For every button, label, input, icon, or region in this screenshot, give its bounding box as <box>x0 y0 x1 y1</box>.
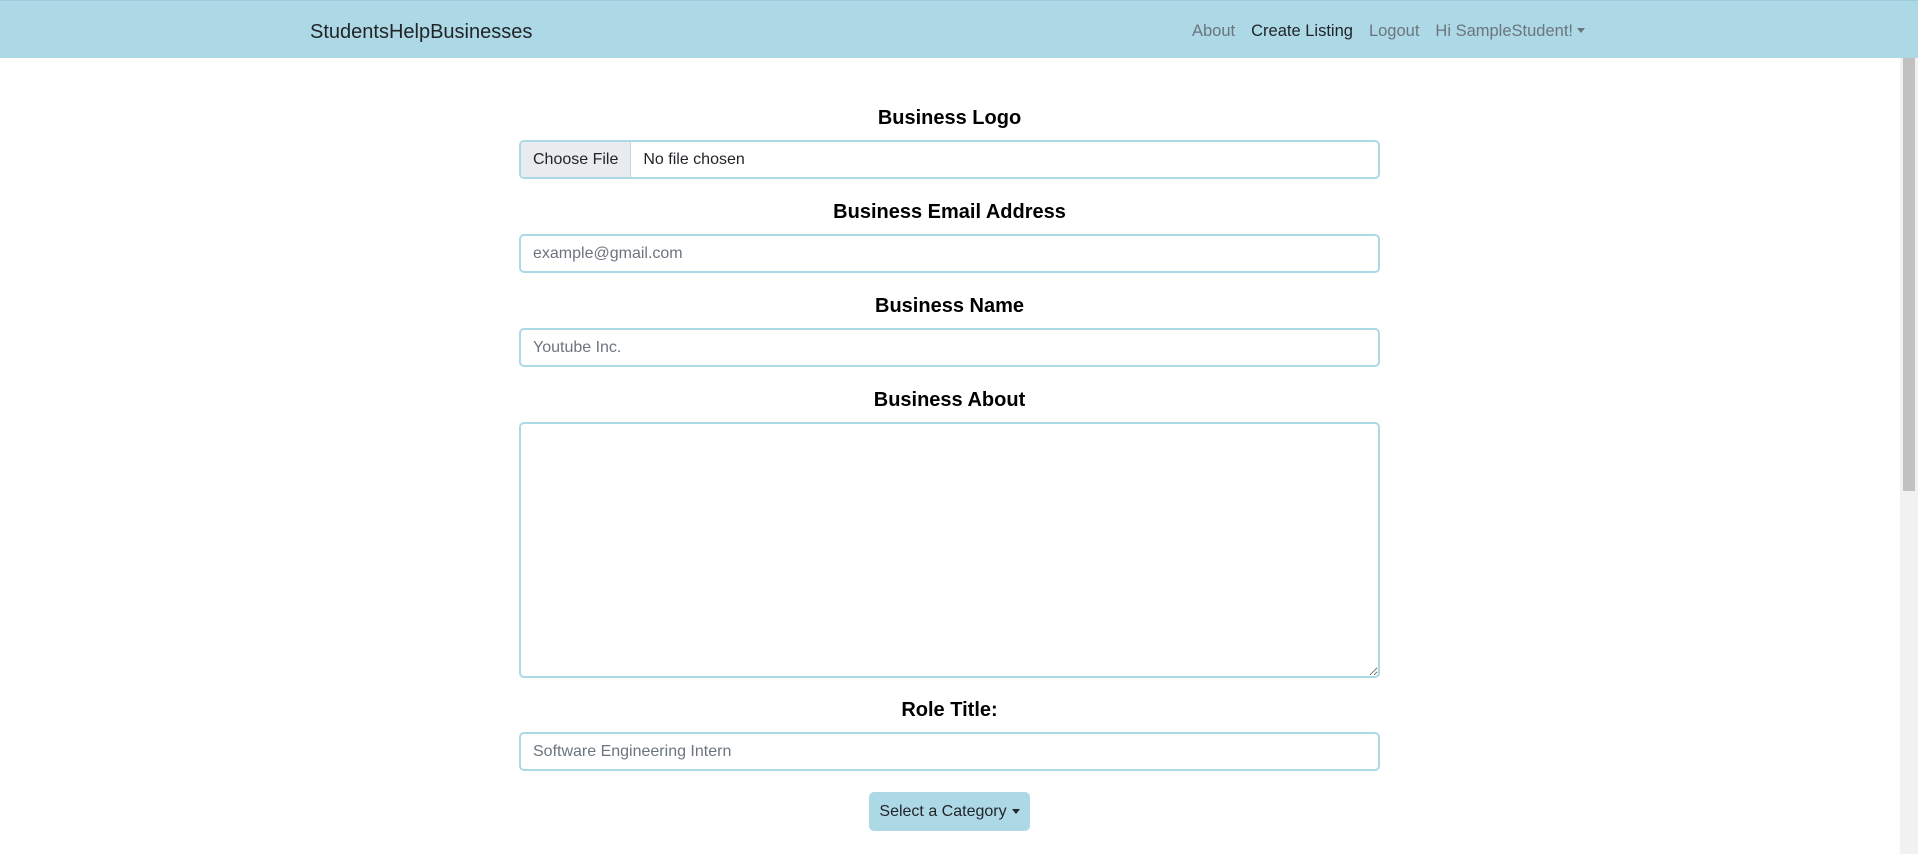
select-category-label: Select a Category <box>879 802 1007 820</box>
select-category-dropdown[interactable]: Select a Category <box>869 792 1030 831</box>
caret-down-icon <box>1576 28 1585 33</box>
brand-link[interactable]: StudentsHelpBusinesses <box>310 20 532 44</box>
user-menu-label: Hi SampleStudent! <box>1435 22 1573 40</box>
user-menu-dropdown[interactable]: Hi SampleStudent! <box>1435 21 1585 42</box>
nav-create-listing-link[interactable]: Create Listing <box>1251 21 1353 42</box>
business-email-input[interactable] <box>519 234 1380 273</box>
scrollbar-thumb[interactable] <box>1903 58 1915 491</box>
page-scrollbar[interactable] <box>1900 58 1918 854</box>
business-logo-file-input[interactable]: Choose File No file chosen <box>519 140 1380 179</box>
role-title-input[interactable] <box>519 732 1380 771</box>
nav-about-link[interactable]: About <box>1192 21 1235 42</box>
file-status-text: No file chosen <box>643 150 745 168</box>
business-name-input[interactable] <box>519 328 1380 367</box>
nav-links: About Create Listing Logout Hi SampleStu… <box>1192 21 1585 42</box>
choose-file-button[interactable]: Choose File <box>521 142 632 177</box>
business-name-label: Business Name <box>875 295 1024 317</box>
nav-logout-link[interactable]: Logout <box>1369 21 1419 42</box>
top-navbar: StudentsHelpBusinesses About Create List… <box>0 0 1918 58</box>
role-title-label: Role Title: <box>901 699 998 721</box>
business-logo-label: Business Logo <box>877 107 1022 129</box>
business-email-label: Business Email Address <box>833 201 1066 223</box>
business-about-label: Business About <box>873 389 1026 411</box>
caret-down-icon <box>1011 809 1020 814</box>
business-about-textarea[interactable] <box>519 422 1380 678</box>
